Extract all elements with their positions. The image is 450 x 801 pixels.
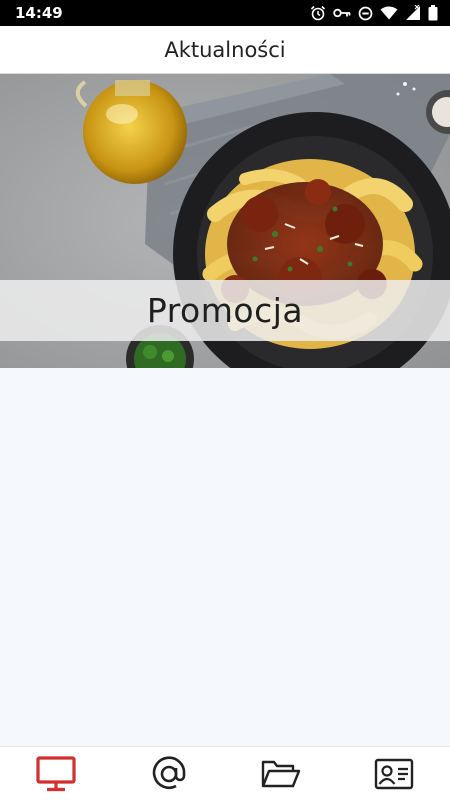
page-title: Aktualności	[164, 38, 285, 62]
folder-open-icon	[261, 758, 301, 790]
contact-card-icon	[374, 758, 414, 790]
nav-profile[interactable]	[338, 747, 450, 801]
wifi-icon	[380, 6, 398, 20]
alarm-icon	[310, 5, 326, 21]
nav-contact[interactable]	[113, 747, 226, 801]
promo-label: Promocja	[147, 291, 303, 330]
app-bar: Aktualności	[0, 26, 450, 74]
at-sign-icon	[151, 756, 187, 792]
vpn-key-icon	[333, 7, 351, 19]
news-list-area	[0, 368, 450, 746]
do-not-disturb-icon	[358, 6, 373, 21]
status-time: 14:49	[15, 4, 63, 22]
monitor-icon	[36, 756, 76, 792]
bottom-navigation	[0, 746, 450, 801]
status-bar: 14:49	[0, 0, 450, 26]
nav-documents[interactable]	[225, 747, 338, 801]
signal-icon	[405, 5, 421, 21]
status-icons	[310, 5, 438, 21]
promo-banner: Promocja	[0, 280, 450, 341]
battery-icon	[428, 5, 438, 21]
nav-news[interactable]	[0, 747, 113, 801]
promo-news-card[interactable]: Promocja	[0, 74, 450, 368]
